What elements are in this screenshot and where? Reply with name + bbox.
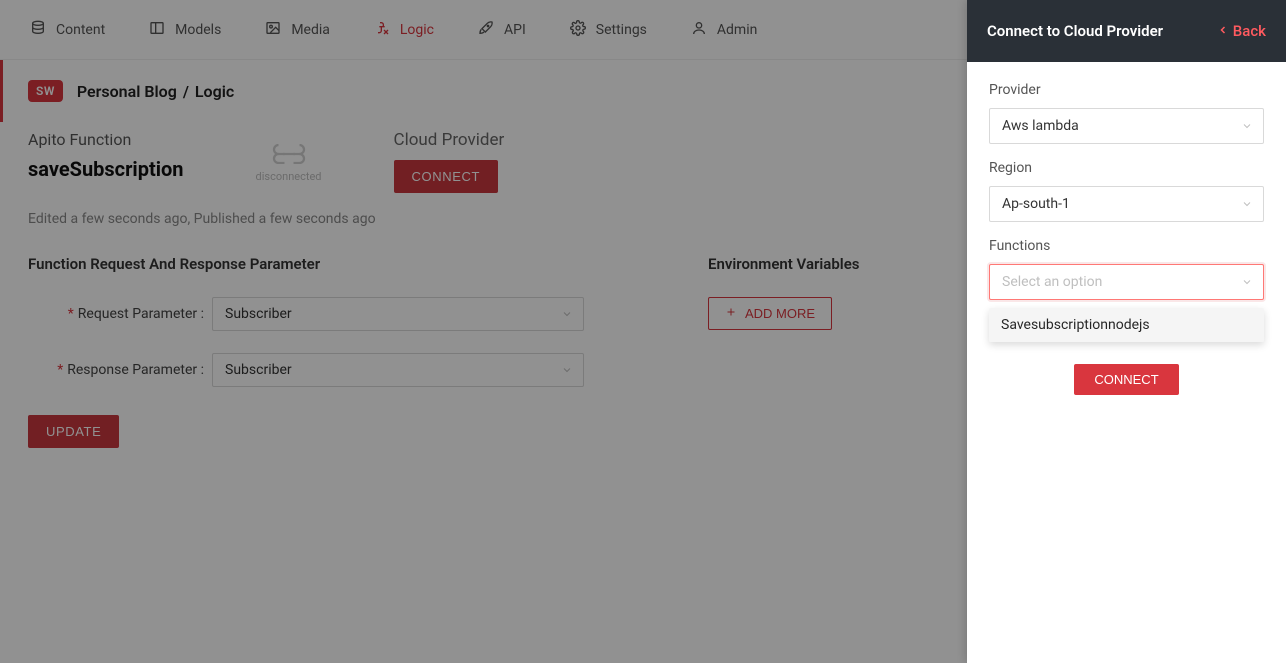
region-select[interactable]: Ap-south-1: [989, 186, 1264, 222]
chevron-down-icon: [1241, 276, 1253, 288]
drawer-header: Connect to Cloud Provider Back: [967, 0, 1286, 62]
chevron-left-icon: [1217, 22, 1229, 40]
provider-select[interactable]: Aws lambda: [989, 108, 1264, 144]
functions-placeholder: Select an option: [1002, 274, 1102, 290]
chevron-down-icon: [1241, 120, 1253, 132]
functions-label: Functions: [989, 238, 1264, 254]
back-label: Back: [1233, 22, 1266, 40]
chevron-down-icon: [1241, 198, 1253, 210]
cloud-provider-drawer: Connect to Cloud Provider Back Provider …: [967, 0, 1286, 663]
functions-select[interactable]: Select an option: [989, 264, 1264, 300]
functions-dropdown: Savesubscriptionnodejs: [989, 308, 1264, 342]
drawer-footer: CONNECT: [989, 364, 1264, 395]
drawer-connect-button[interactable]: CONNECT: [1074, 364, 1178, 395]
drawer-title: Connect to Cloud Provider: [987, 22, 1163, 40]
region-label: Region: [989, 160, 1264, 176]
region-value: Ap-south-1: [1002, 196, 1070, 212]
provider-value: Aws lambda: [1002, 118, 1079, 134]
drawer-body: Provider Aws lambda Region Ap-south-1 Fu…: [967, 62, 1286, 415]
provider-label: Provider: [989, 82, 1264, 98]
functions-option[interactable]: Savesubscriptionnodejs: [989, 308, 1264, 342]
drawer-back-button[interactable]: Back: [1217, 22, 1266, 40]
